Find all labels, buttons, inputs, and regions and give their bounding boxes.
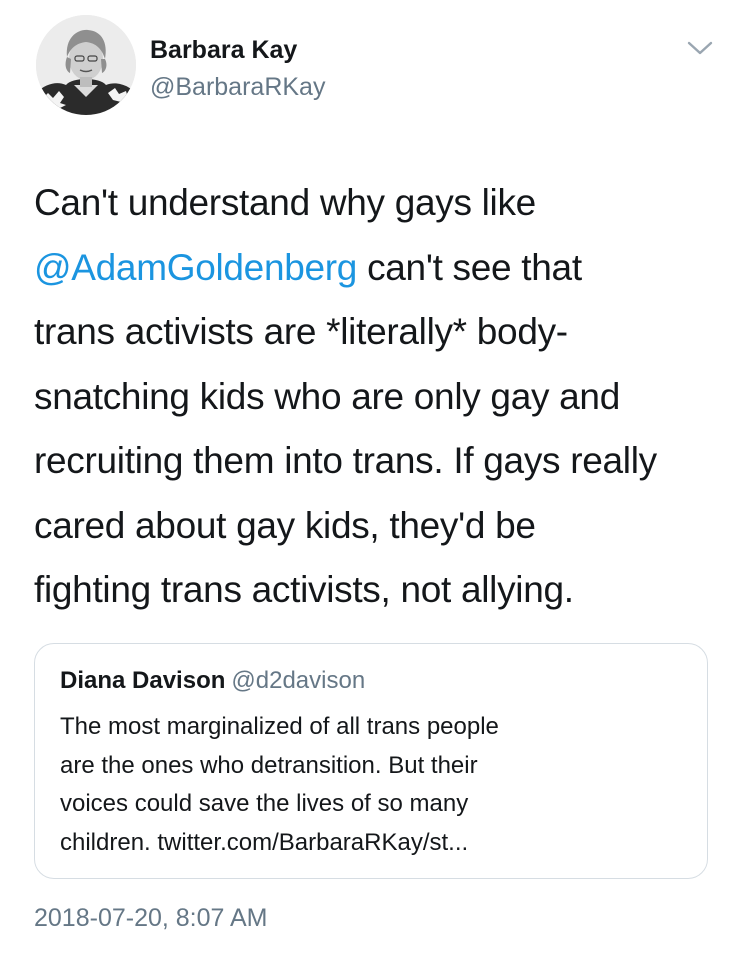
tweet-timestamp[interactable]: 2018-07-20, 8:07 AM [34, 904, 268, 933]
tweet-line: recruiting them into trans. If gays real… [34, 440, 657, 481]
tweet-line: trans activists are *literally* body- [34, 311, 568, 352]
quoted-tweet-text: The most marginalized of all trans peopl… [60, 708, 690, 862]
quoted-author-handle: @d2davison [231, 667, 366, 694]
quoted-tweet-line: are the ones who detransition. But their [60, 751, 478, 779]
quoted-author-name: Diana Davison [60, 667, 226, 694]
avatar-photo [36, 15, 136, 115]
quoted-tweet-card[interactable]: Diana Davison @d2davison The most margina… [34, 643, 708, 879]
author-handle[interactable]: @BarbaraRKay [150, 73, 325, 102]
quoted-tweet-line: children. twitter.com/BarbaraRKay/st... [60, 828, 469, 856]
quoted-tweet-line: voices could save the lives of so many [60, 790, 469, 817]
chevron-down-icon[interactable] [684, 35, 716, 59]
mention-link[interactable]: @AdamGoldenberg [34, 247, 357, 288]
tweet-text: Can't understand why gays like @AdamGold… [34, 171, 724, 623]
tweet-line: cared about gay kids, they'd be [34, 504, 536, 546]
quoted-tweet-line: The most marginalized of all trans peopl… [60, 713, 499, 740]
tweet-line: Can't understand why gays like [34, 182, 536, 223]
tweet-line: @AdamGoldenberg can't see that [34, 236, 724, 301]
quoted-tweet-header: Diana Davison @d2davison [60, 667, 365, 695]
avatar[interactable] [36, 15, 136, 115]
tweet-line: snatching kids who are only gay and [34, 375, 620, 417]
tweet-line-text: can't see that [357, 246, 582, 288]
tweet-line: fighting trans activists, not allying. [34, 569, 574, 610]
author-name[interactable]: Barbara Kay [150, 36, 297, 65]
